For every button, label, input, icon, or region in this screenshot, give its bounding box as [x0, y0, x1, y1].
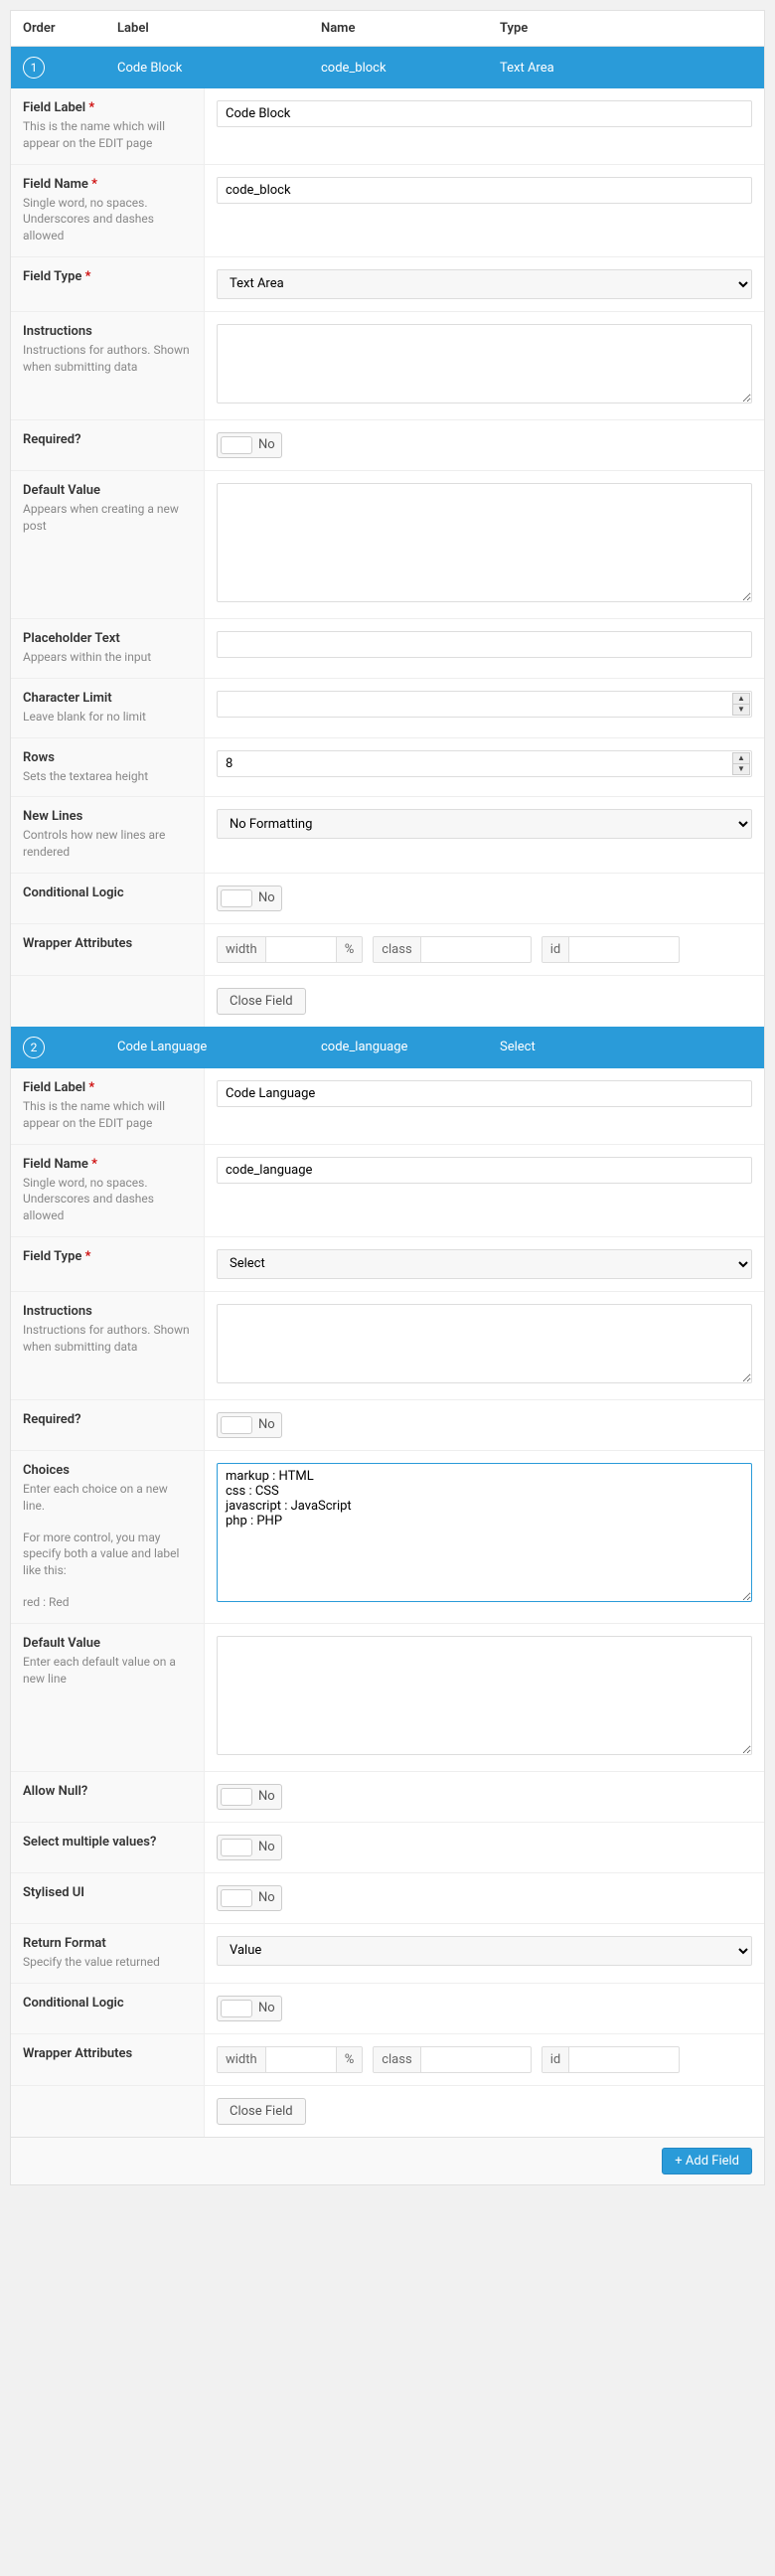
field-name-input[interactable]	[217, 177, 752, 204]
acf-field-group: Order Label Name Type 1 Code Block code_…	[10, 10, 765, 2185]
conditional-toggle[interactable]: No	[217, 886, 282, 911]
order-number: 2	[23, 1037, 45, 1058]
field-bar-label: Code Block	[117, 61, 321, 76]
close-field-button[interactable]: Close Field	[217, 988, 306, 1015]
conditional-toggle[interactable]: No	[217, 1996, 282, 2021]
return-format-select[interactable]: Value	[217, 1936, 752, 1966]
field-label-input[interactable]	[217, 100, 752, 127]
spinner[interactable]: ▲▼	[732, 693, 750, 716]
required-toggle[interactable]: No	[217, 432, 282, 458]
wrapper-id-input[interactable]	[569, 937, 679, 962]
footer: + Add Field	[11, 2137, 764, 2184]
char-limit-input[interactable]	[217, 691, 752, 718]
field-bar-code-block[interactable]: 1 Code Block code_block Text Area	[11, 47, 764, 88]
field-settings-code-language: Field Label *This is the name which will…	[11, 1068, 764, 2137]
field-type-select[interactable]: Select	[217, 1249, 752, 1279]
rows-input[interactable]	[217, 750, 752, 777]
required-toggle[interactable]: No	[217, 1412, 282, 1438]
field-bar-label: Code Language	[117, 1040, 321, 1054]
field-bar-name: code_block	[321, 61, 500, 76]
header-order: Order	[23, 21, 117, 36]
field-type-select[interactable]: Text Area	[217, 269, 752, 299]
stylised-ui-toggle[interactable]: No	[217, 1885, 282, 1911]
add-field-button[interactable]: + Add Field	[662, 2148, 752, 2174]
field-label-input[interactable]	[217, 1080, 752, 1107]
field-name-input[interactable]	[217, 1157, 752, 1184]
new-lines-select[interactable]: No Formatting	[217, 809, 752, 839]
placeholder-input[interactable]	[217, 631, 752, 658]
header-label: Label	[117, 21, 321, 36]
spinner[interactable]: ▲▼	[732, 752, 750, 775]
field-settings-code-block: Field Label *This is the name which will…	[11, 88, 764, 1027]
order-number: 1	[23, 57, 45, 79]
field-bar-code-language[interactable]: 2 Code Language code_language Select	[11, 1027, 764, 1068]
field-bar-type: Text Area	[500, 61, 752, 76]
instructions-input[interactable]	[217, 324, 752, 403]
wrapper-class-input[interactable]	[421, 937, 531, 962]
header-type: Type	[500, 21, 752, 36]
wrapper-width-input[interactable]	[266, 937, 336, 962]
wrapper-class-input[interactable]	[421, 2047, 531, 2072]
close-field-button[interactable]: Close Field	[217, 2098, 306, 2125]
header-name: Name	[321, 21, 500, 36]
allow-null-toggle[interactable]: No	[217, 1784, 282, 1810]
field-bar-type: Select	[500, 1040, 752, 1054]
wrapper-width-input[interactable]	[266, 2047, 336, 2072]
default-value-input[interactable]	[217, 483, 752, 602]
choices-input[interactable]	[217, 1463, 752, 1602]
header-row: Order Label Name Type	[11, 11, 764, 47]
wrapper-id-input[interactable]	[569, 2047, 679, 2072]
select-multiple-toggle[interactable]: No	[217, 1835, 282, 1860]
field-bar-name: code_language	[321, 1040, 500, 1054]
instructions-input[interactable]	[217, 1304, 752, 1383]
default-value-input[interactable]	[217, 1636, 752, 1755]
